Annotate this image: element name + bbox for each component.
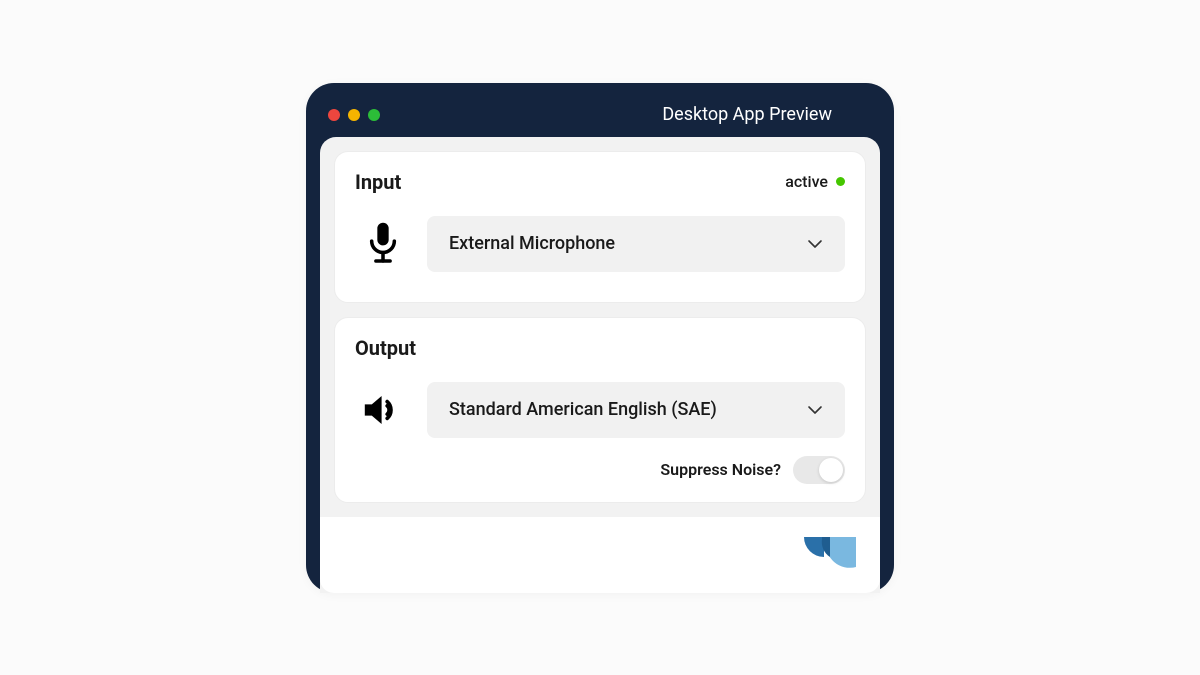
close-icon[interactable] bbox=[328, 109, 340, 121]
titlebar: Desktop App Preview bbox=[320, 97, 880, 137]
suppress-noise-toggle[interactable] bbox=[793, 456, 845, 484]
speaker-icon bbox=[361, 391, 405, 429]
microphone-icon bbox=[361, 221, 405, 267]
input-row: External Microphone bbox=[355, 216, 845, 272]
minimize-icon[interactable] bbox=[348, 109, 360, 121]
status-active-icon bbox=[836, 177, 845, 186]
app-window: Desktop App Preview Input active bbox=[306, 83, 894, 593]
input-title: Input bbox=[355, 170, 401, 194]
content-area: Input active External Microphone bbox=[320, 137, 880, 593]
chevron-down-icon bbox=[807, 234, 823, 253]
output-card-header: Output bbox=[355, 336, 845, 360]
input-status: active bbox=[785, 172, 845, 191]
chevron-down-icon bbox=[807, 400, 823, 419]
footer bbox=[320, 517, 880, 593]
traffic-lights bbox=[328, 109, 380, 121]
output-row: Standard American English (SAE) bbox=[355, 382, 845, 438]
input-status-label: active bbox=[785, 172, 828, 191]
window-title: Desktop App Preview bbox=[380, 104, 872, 125]
input-device-value: External Microphone bbox=[449, 233, 615, 254]
output-voice-select[interactable]: Standard American English (SAE) bbox=[427, 382, 845, 438]
suppress-noise-row: Suppress Noise? bbox=[355, 456, 845, 484]
app-logo-icon bbox=[800, 535, 860, 575]
maximize-icon[interactable] bbox=[368, 109, 380, 121]
toggle-knob bbox=[819, 458, 843, 482]
output-card: Output Standard American English (SAE) bbox=[334, 317, 866, 503]
input-device-select[interactable]: External Microphone bbox=[427, 216, 845, 272]
output-title: Output bbox=[355, 336, 416, 360]
output-voice-value: Standard American English (SAE) bbox=[449, 399, 717, 420]
suppress-noise-label: Suppress Noise? bbox=[660, 460, 781, 479]
input-card-header: Input active bbox=[355, 170, 845, 194]
input-card: Input active External Microphone bbox=[334, 151, 866, 303]
